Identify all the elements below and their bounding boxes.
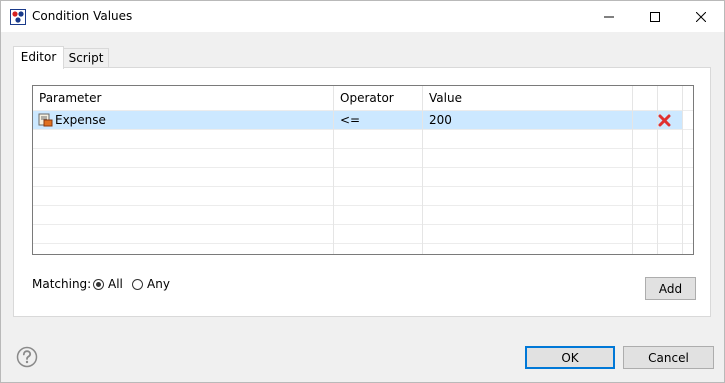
column-header-parameter[interactable]: Parameter [39,91,101,105]
matching-any-label[interactable]: Any [147,277,170,291]
column-header-value[interactable]: Value [429,91,462,105]
matching-all-radio[interactable] [93,279,104,290]
editor-panel: Parameter Operator Value Expense <= 200 … [13,67,711,317]
minimize-icon [604,16,614,17]
cancel-button[interactable]: Cancel [623,346,714,369]
parameter-icon [38,113,53,127]
maximize-button[interactable] [632,1,678,32]
window-title: Condition Values [32,9,133,23]
condition-table: Parameter Operator Value Expense <= 200 [32,85,694,255]
matching-any-radio[interactable] [132,279,143,290]
tab-editor[interactable]: Editor [13,46,64,69]
ok-button[interactable]: OK [525,346,615,369]
cell-parameter[interactable]: Expense [55,113,106,127]
table-header: Parameter Operator Value [33,86,693,110]
cell-operator[interactable]: <= [340,113,360,127]
tab-script[interactable]: Script [64,48,109,68]
minimize-button[interactable] [586,1,632,32]
matching-all-label[interactable]: All [108,277,123,291]
add-button[interactable]: Add [645,277,696,300]
cell-value[interactable]: 200 [429,113,452,127]
help-icon[interactable] [16,346,38,368]
delete-x-icon[interactable] [658,114,671,127]
close-button[interactable] [678,1,724,32]
title-bar: Condition Values [1,1,724,32]
condition-values-dialog: Condition Values Editor Script Parameter… [0,0,725,383]
close-icon [696,11,706,22]
column-header-operator[interactable]: Operator [340,91,394,105]
matching-label: Matching: [32,277,92,291]
maximize-icon [650,11,660,22]
app-icon [10,9,26,25]
